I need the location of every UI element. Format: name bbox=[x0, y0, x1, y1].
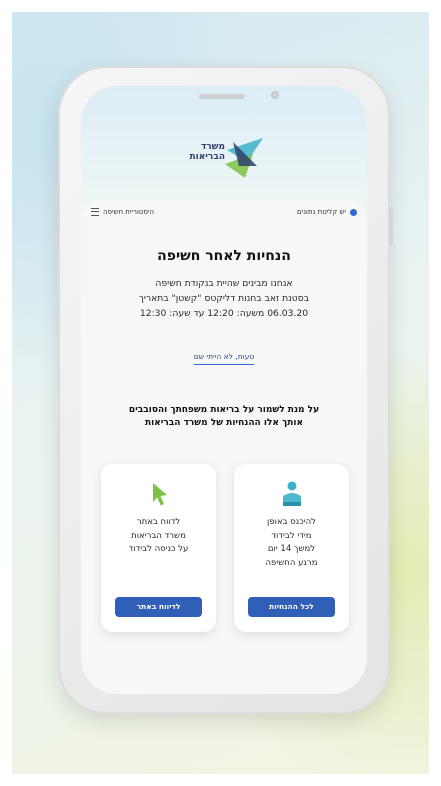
volume-button bbox=[55, 224, 59, 252]
card-line: למשך 14 יום bbox=[267, 544, 316, 554]
description-line-2: בסטנת זאב בחנות דליקטס "קשטן" בתאריך bbox=[138, 293, 310, 304]
blue-dot-icon bbox=[350, 208, 357, 216]
logo-wordmark: משרד הבריאות bbox=[189, 142, 225, 162]
isolation-card: להיכנס באופן מידי לבידוד למשך 14 יום מרג… bbox=[234, 464, 349, 632]
power-button bbox=[389, 206, 393, 246]
card-line: להיכנס באופן bbox=[267, 517, 316, 527]
headline-line-2: אותך אלו ההנחיות של משרד הבריאות bbox=[144, 418, 304, 428]
page-title: הנחיות לאחר חשיפה bbox=[157, 248, 291, 264]
description-line-3-text: 06.03.20 משעה: 12:20 עד שעה: bbox=[169, 308, 309, 319]
cursor-arrow-icon bbox=[153, 483, 167, 506]
description-line-3-time: 12:30 bbox=[139, 308, 167, 319]
speaker bbox=[199, 94, 245, 99]
exposure-history-button[interactable]: היסטוריית חשיפה bbox=[91, 208, 154, 216]
report-card-text: לדווח באתר משרד הבריאות על כניסה לבידוד bbox=[107, 516, 210, 557]
guidelines-headline: על מנת לשמור על בריאות משפחתך והסובבים א… bbox=[93, 404, 355, 430]
camera bbox=[271, 91, 279, 99]
logo-line-1: משרד bbox=[200, 142, 225, 152]
mistake-link[interactable]: טעות, לא הייתי שם bbox=[193, 352, 255, 365]
exposure-description: אנחנו מבינים שהיית בנקודת חשיפה בסטנת זא… bbox=[95, 276, 353, 321]
data-reception-status: יש קליטת נתונים bbox=[297, 208, 357, 216]
all-guidelines-button[interactable]: לכל ההנחיות bbox=[248, 597, 335, 617]
card-line: מידי לבידוד bbox=[271, 530, 312, 541]
ministry-of-health-logo: משרד הבריאות bbox=[183, 136, 265, 182]
history-label: היסטוריית חשיפה bbox=[103, 208, 155, 216]
card-line: מרגע החשיפה bbox=[265, 557, 318, 568]
description-line-1: אנחנו מבינים שהיית בנקודת חשיפה bbox=[155, 278, 293, 289]
card-line: לדווח באתר bbox=[136, 517, 181, 527]
report-on-site-button[interactable]: לדיווח באתר bbox=[115, 597, 202, 617]
volume-button bbox=[55, 186, 59, 214]
top-bar: יש קליטת נתונים היסטוריית חשיפה bbox=[91, 208, 357, 226]
isolation-card-text: להיכנס באופן מידי לבידוד למשך 14 יום מרג… bbox=[240, 516, 343, 570]
logo-emblem-icon bbox=[225, 138, 263, 178]
menu-icon bbox=[91, 208, 99, 216]
phone-frame: משרד הבריאות יש קליטת נתונים היסטוריית ח… bbox=[55, 66, 393, 714]
description-line-3: 06.03.20 משעה: 12:20 עד שעה: 12:30 bbox=[95, 306, 353, 321]
mistake-link-wrap: טעות, לא הייתי שם bbox=[81, 344, 367, 365]
headline-line-1: על מנת לשמור על בריאות משפחתך והסובבים bbox=[128, 405, 320, 415]
report-card: לדווח באתר משרד הבריאות על כניסה לבידוד … bbox=[101, 464, 216, 632]
reception-label: יש קליטת נתונים bbox=[297, 208, 346, 216]
phone-screen: משרד הבריאות יש קליטת נתונים היסטוריית ח… bbox=[81, 86, 367, 694]
card-line: על כניסה לבידוד bbox=[128, 544, 189, 554]
person-isolation-icon bbox=[283, 481, 301, 506]
logo-line-2: הבריאות bbox=[189, 152, 225, 162]
card-line: משרד הבריאות bbox=[131, 530, 186, 541]
